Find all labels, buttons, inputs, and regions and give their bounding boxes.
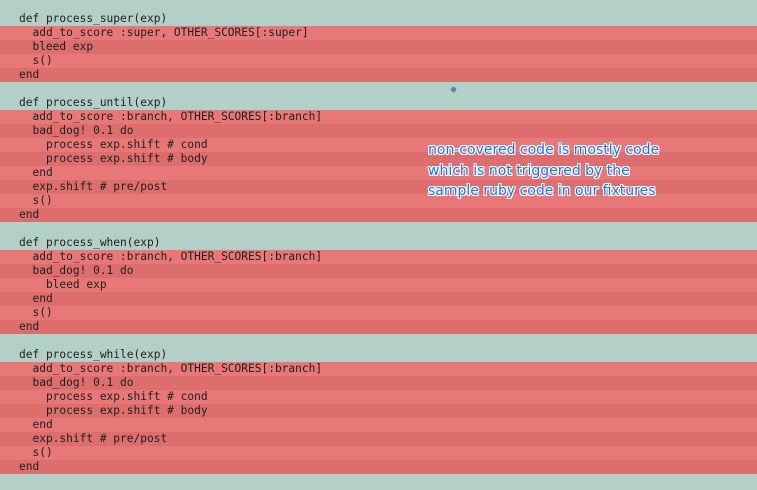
blank-line	[0, 334, 757, 348]
code-line-uncovered: end	[0, 320, 757, 334]
code-line-covered: def process_super(exp)	[0, 12, 757, 26]
code-line-uncovered: exp.shift # pre/post	[0, 432, 757, 446]
code-line-uncovered: add_to_score :super, OTHER_SCORES[:super…	[0, 26, 757, 40]
code-coverage-listing: def process_super(exp) add_to_score :sup…	[0, 12, 757, 474]
code-line-uncovered: bleed exp	[0, 278, 757, 292]
annotation-line: non-covered code is mostly code	[428, 142, 660, 158]
code-line-covered: def process_while(exp)	[0, 348, 757, 362]
code-line-uncovered: add_to_score :branch, OTHER_SCORES[:bran…	[0, 362, 757, 376]
code-line-uncovered: bad_dog! 0.1 do	[0, 124, 757, 138]
code-line-uncovered: add_to_score :branch, OTHER_SCORES[:bran…	[0, 250, 757, 264]
blank-line	[0, 82, 757, 96]
code-line-uncovered: add_to_score :branch, OTHER_SCORES[:bran…	[0, 110, 757, 124]
code-line-uncovered: bad_dog! 0.1 do	[0, 264, 757, 278]
code-line-uncovered: process exp.shift # body	[0, 404, 757, 418]
coverage-annotation: non-covered code is mostly code which is…	[428, 140, 748, 202]
code-line-uncovered: bleed exp	[0, 40, 757, 54]
annotation-line: sample ruby code in our fixtures	[428, 183, 656, 199]
code-line-uncovered: s()	[0, 446, 757, 460]
code-line-uncovered: s()	[0, 54, 757, 68]
annotation-line: which is not triggered by the	[428, 162, 630, 179]
code-line-uncovered: process exp.shift # cond	[0, 390, 757, 404]
blank-line	[0, 222, 757, 236]
code-line-uncovered: end	[0, 68, 757, 82]
code-line-covered: def process_when(exp)	[0, 236, 757, 250]
code-line-uncovered: end	[0, 292, 757, 306]
code-line-uncovered: end	[0, 460, 757, 474]
code-line-uncovered: end	[0, 418, 757, 432]
code-line-uncovered: s()	[0, 306, 757, 320]
code-line-uncovered: bad_dog! 0.1 do	[0, 376, 757, 390]
code-line-uncovered: end	[0, 208, 757, 222]
code-line-covered: def process_until(exp)	[0, 96, 757, 110]
